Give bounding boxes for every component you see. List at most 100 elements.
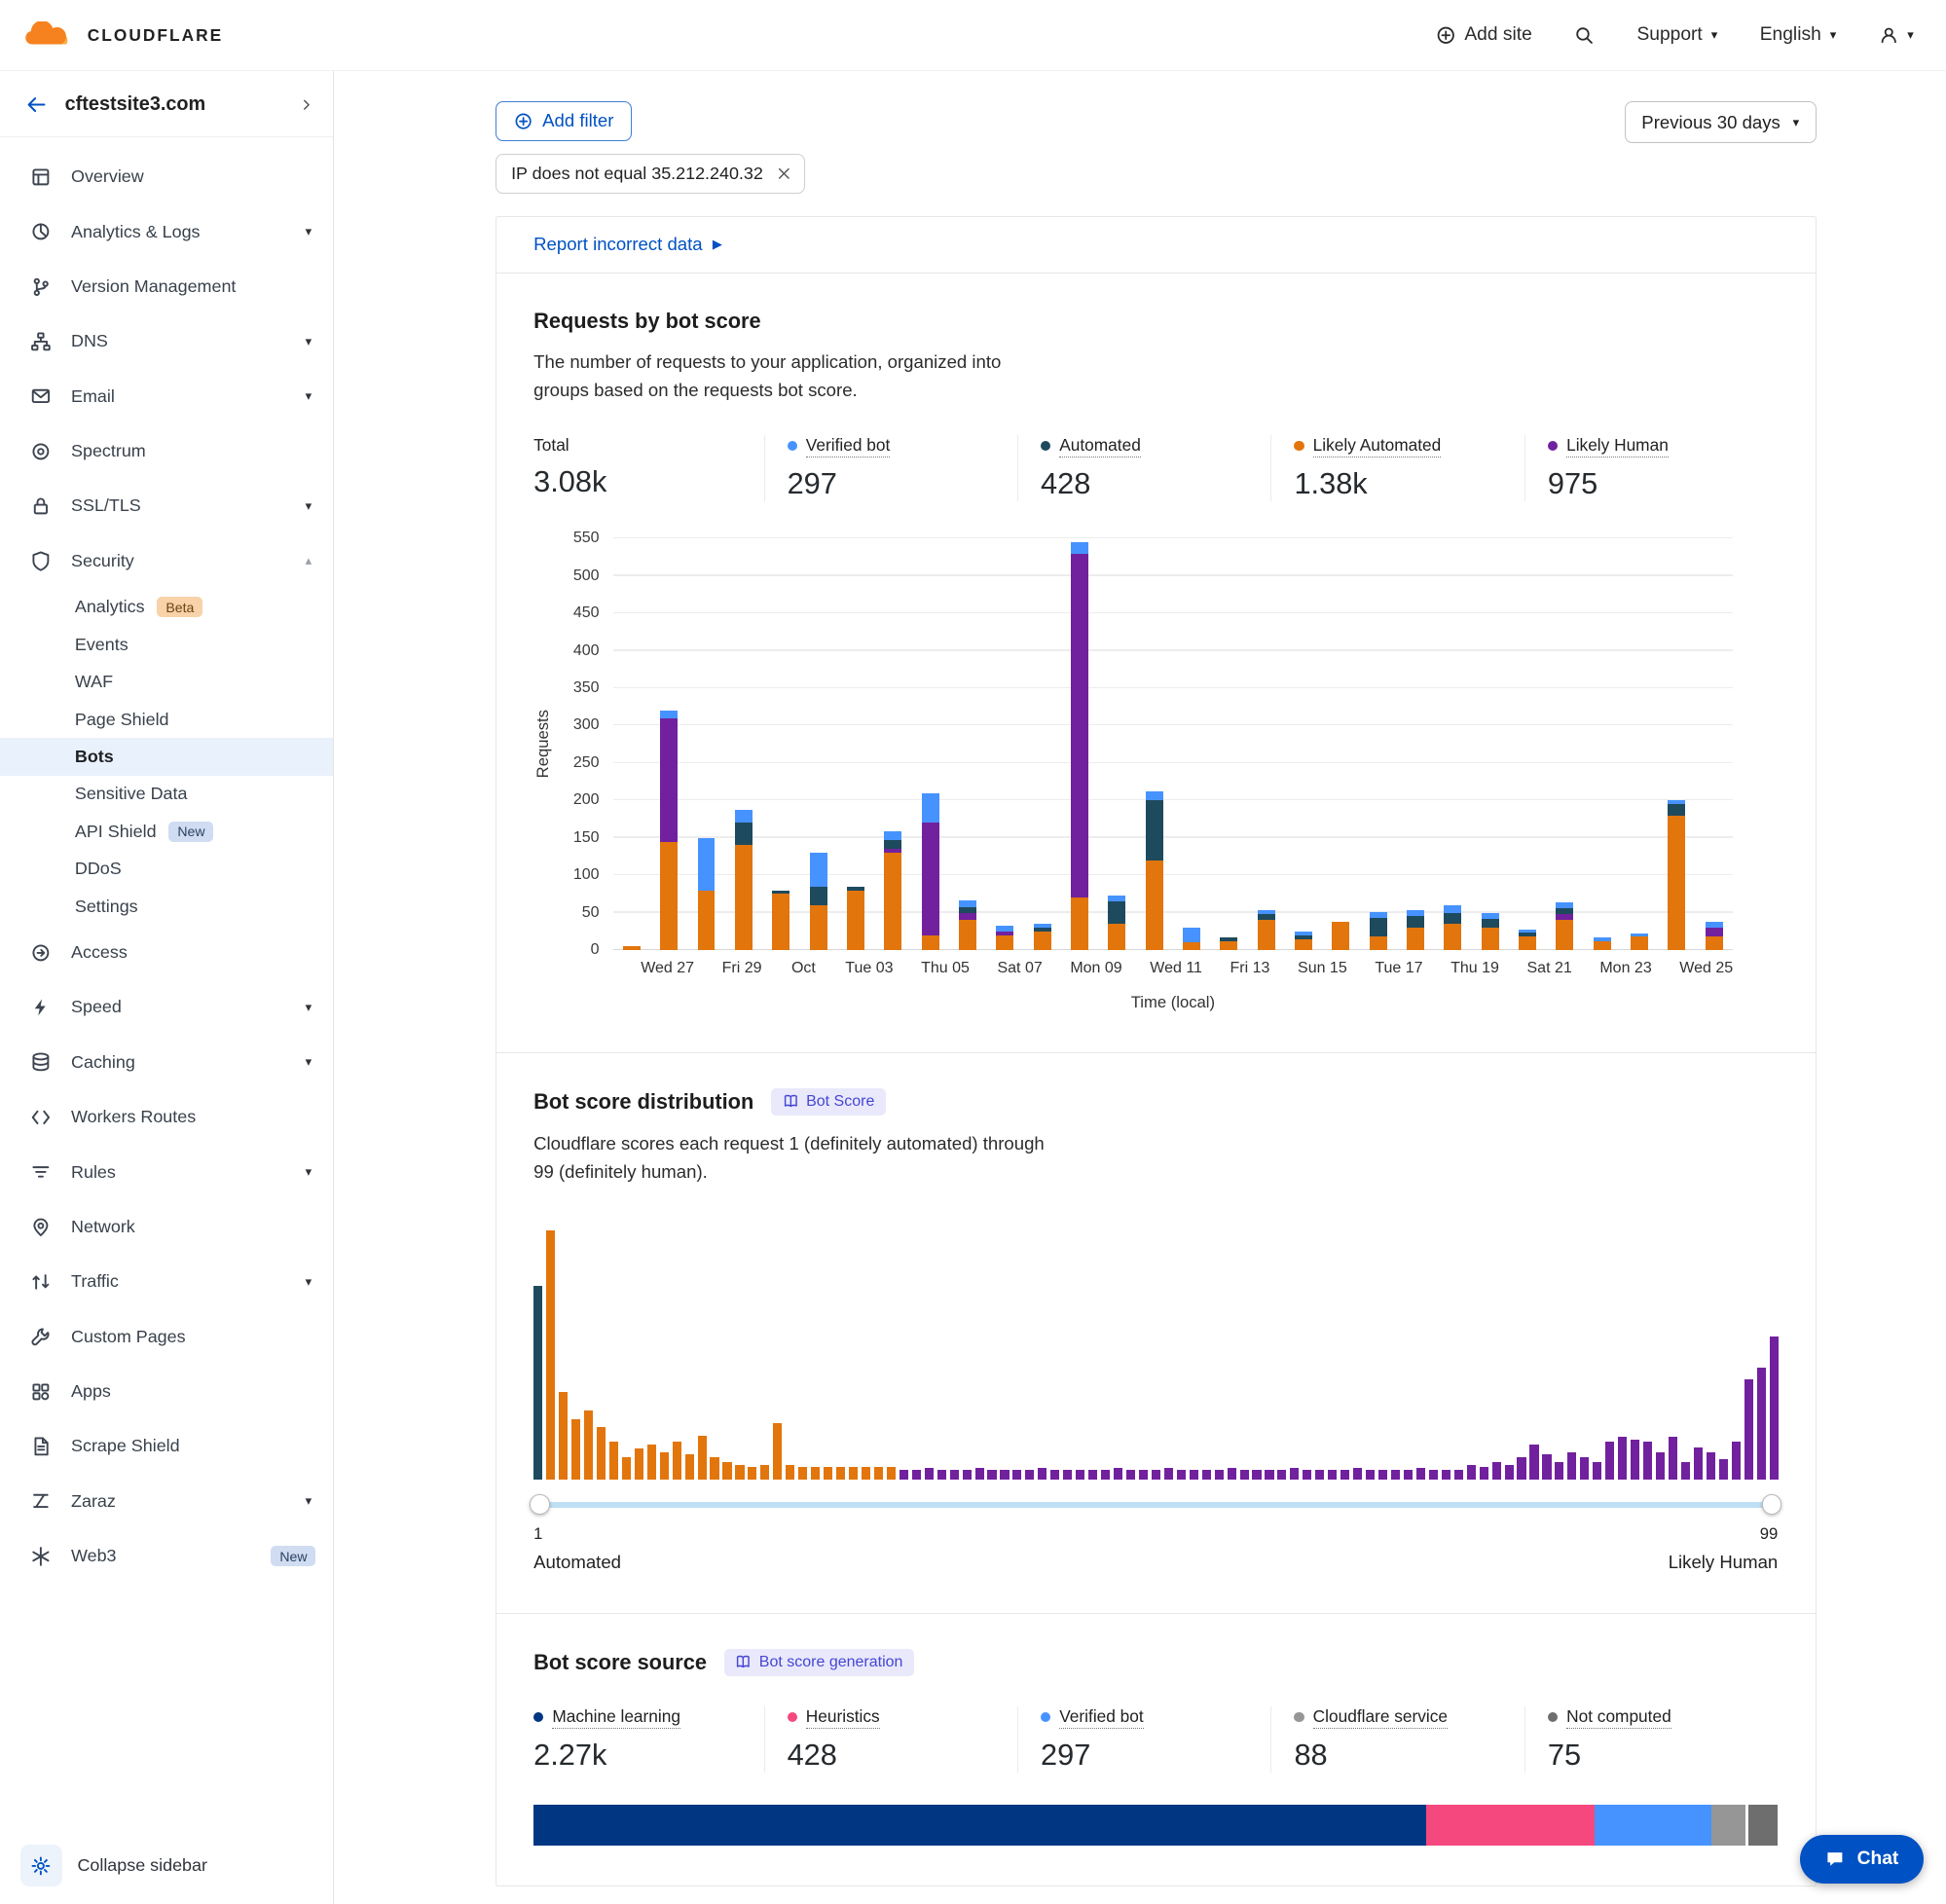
filter-chip[interactable]: IP does not equal 35.212.240.32 [496,154,805,194]
stacked-bar[interactable] [810,853,827,950]
distribution-bar[interactable] [1139,1470,1148,1480]
distribution-bar[interactable] [698,1436,707,1480]
distribution-bar[interactable] [1265,1470,1273,1480]
sidebar-item-bots[interactable]: Bots [0,738,333,775]
distribution-bar[interactable] [836,1467,845,1480]
stacked-bar[interactable] [959,900,976,950]
language-menu[interactable]: English ▾ [1760,24,1836,46]
distribution-bar[interactable] [1328,1470,1337,1480]
sidebar-item-web3[interactable]: Web3New [0,1529,333,1584]
distribution-bar[interactable] [773,1423,782,1480]
distribution-bar[interactable] [1719,1459,1728,1480]
distribution-bar[interactable] [1114,1468,1122,1480]
stacked-bar[interactable] [1631,934,1648,950]
distribution-bar[interactable] [900,1470,908,1480]
distribution-bar[interactable] [1770,1336,1779,1480]
distribution-bar[interactable] [546,1230,555,1480]
distribution-bar[interactable] [597,1427,606,1480]
sidebar-item-apps[interactable]: Apps [0,1364,333,1418]
distribution-bar[interactable] [862,1467,870,1480]
distribution-bar[interactable] [887,1467,896,1480]
stacked-bar[interactable] [996,926,1013,950]
distribution-bar[interactable] [1707,1452,1715,1480]
sidebar-item-version-management[interactable]: Version Management [0,259,333,313]
stacked-bar[interactable] [1071,542,1088,950]
distribution-bar[interactable] [609,1442,618,1479]
distribution-bar[interactable] [1050,1470,1059,1480]
distribution-bar[interactable] [1391,1470,1400,1480]
sidebar-item-custom-pages[interactable]: Custom Pages [0,1309,333,1364]
stacked-bar[interactable] [922,793,939,950]
distribution-bar[interactable] [1252,1470,1261,1480]
distribution-bar[interactable] [1593,1462,1601,1480]
stacked-bar[interactable] [1183,928,1200,950]
sidebar-item-api-shield[interactable]: API ShieldNew [0,813,333,850]
stacked-bar[interactable] [1407,910,1424,950]
sidebar-item-caching[interactable]: Caching▾ [0,1035,333,1089]
distribution-bar[interactable] [673,1442,681,1479]
stacked-bar[interactable] [1108,896,1125,950]
distribution-bar[interactable] [1744,1379,1753,1480]
distribution-bar[interactable] [760,1465,769,1480]
distribution-bar[interactable] [533,1286,542,1480]
time-range-select[interactable]: Previous 30 days ▾ [1625,101,1817,144]
sidebar-item-scrape-shield[interactable]: Scrape Shield [0,1419,333,1474]
distribution-bar[interactable] [824,1467,832,1480]
stacked-bar[interactable] [1146,791,1163,950]
distribution-bar[interactable] [584,1410,593,1479]
distribution-bar[interactable] [1694,1447,1703,1480]
distribution-bar[interactable] [1732,1442,1741,1479]
stacked-bar[interactable] [1594,937,1611,950]
distribution-bar[interactable] [1757,1368,1766,1480]
stacked-bar[interactable] [1556,902,1573,950]
distribution-bar[interactable] [1542,1454,1551,1480]
distribution-bar[interactable] [849,1467,858,1480]
sidebar-item-spectrum[interactable]: Spectrum [0,423,333,478]
stacked-bar[interactable] [772,891,789,951]
stacked-bar[interactable] [735,810,753,951]
distribution-bar[interactable] [1580,1457,1589,1480]
distribution-bar[interactable] [1404,1470,1413,1480]
gear-button[interactable] [20,1845,63,1887]
distribution-bar[interactable] [1618,1437,1627,1480]
stacked-bar[interactable] [1220,937,1237,950]
sidebar-item-page-shield[interactable]: Page Shield [0,701,333,738]
distribution-bar[interactable] [1454,1470,1463,1480]
distribution-bar[interactable] [1202,1470,1211,1480]
distribution-bar[interactable] [1681,1462,1690,1480]
stacked-bar[interactable] [660,711,678,950]
distribution-bar[interactable] [559,1392,568,1480]
distribution-bar[interactable] [1190,1470,1198,1480]
sidebar-item-analytics-logs[interactable]: Analytics & Logs▾ [0,204,333,259]
distribution-bar[interactable] [1429,1470,1438,1480]
distribution-bar[interactable] [1290,1468,1299,1480]
chat-button[interactable]: Chat [1800,1835,1924,1884]
distribution-bar[interactable] [963,1470,972,1480]
distribution-bar[interactable] [987,1470,996,1480]
distribution-bar[interactable] [1631,1440,1639,1480]
sidebar-item-access[interactable]: Access [0,925,333,979]
distribution-bar[interactable] [660,1452,669,1480]
stacked-bar[interactable] [847,887,864,950]
distribution-bar[interactable] [1063,1470,1072,1480]
account-menu[interactable]: ▾ [1879,25,1914,46]
sidebar-item-security-analytics[interactable]: AnalyticsBeta [0,588,333,625]
stacked-bar[interactable] [1295,932,1312,950]
distribution-bar[interactable] [647,1445,656,1480]
stacked-bar[interactable] [1482,913,1499,950]
stacked-bar[interactable] [884,831,901,950]
distribution-bar[interactable] [925,1468,934,1480]
distribution-bar[interactable] [1442,1470,1450,1480]
distribution-bar[interactable] [1164,1468,1173,1480]
distribution-bar[interactable] [1088,1470,1097,1480]
stacked-bar[interactable] [623,946,641,950]
add-filter-button[interactable]: Add filter [496,101,633,141]
distribution-bar[interactable] [975,1468,984,1480]
sidebar-item-sensitive-data[interactable]: Sensitive Data [0,776,333,813]
distribution-bar[interactable] [722,1462,731,1480]
sidebar-item-overview[interactable]: Overview [0,149,333,203]
stacked-bar[interactable] [698,838,716,950]
report-incorrect-data-link[interactable]: Report incorrect data ▶ [533,234,722,255]
distribution-bar[interactable] [1467,1465,1476,1480]
distribution-bar[interactable] [1177,1470,1186,1480]
